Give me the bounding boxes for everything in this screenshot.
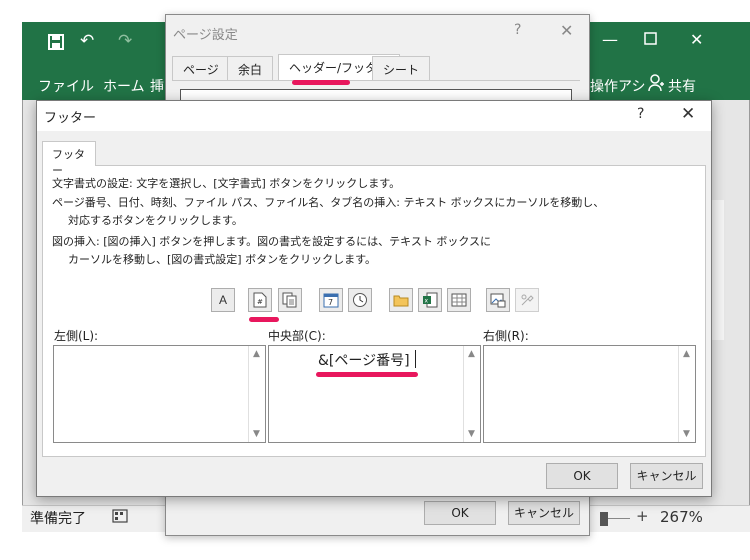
sheet-scrollbar[interactable]: [710, 200, 724, 340]
svg-text:7: 7: [328, 298, 333, 307]
scroll-down-icon[interactable]: ▼: [468, 429, 475, 439]
footer-dialog-title: フッター: [44, 111, 97, 126]
save-icon[interactable]: [48, 34, 64, 55]
tell-me-menu[interactable]: 操作アシ: [590, 76, 645, 96]
insert-time-button[interactable]: [348, 288, 372, 312]
tab-margins[interactable]: 余白: [227, 56, 274, 80]
format-picture-icon: [521, 294, 534, 306]
scroll-up-icon[interactable]: ▲: [683, 349, 690, 359]
page-setup-ok-button[interactable]: OK: [424, 501, 496, 525]
left-section-input[interactable]: ▲ ▼: [53, 345, 266, 443]
insert-picture-button[interactable]: [486, 288, 510, 312]
text-caret: [415, 350, 416, 368]
scroll-down-icon[interactable]: ▼: [683, 429, 690, 439]
page-setup-title: ページ設定: [173, 28, 238, 43]
zoom-in-icon[interactable]: +: [636, 507, 649, 525]
minimize-icon[interactable]: —: [602, 30, 618, 49]
insert-file-path-button[interactable]: [389, 288, 413, 312]
tab-sheet[interactable]: シート: [372, 56, 431, 80]
maximize-icon[interactable]: [644, 30, 657, 49]
folder-icon: [393, 295, 409, 307]
instruction-line: 対応するボタンをクリックします。: [68, 214, 243, 227]
footer-ok-button[interactable]: OK: [546, 463, 618, 489]
insert-number-of-pages-button[interactable]: [278, 288, 302, 312]
right-section-scrollbar[interactable]: ▲ ▼: [678, 346, 695, 442]
menu-insert[interactable]: 挿: [150, 76, 164, 96]
scroll-down-icon[interactable]: ▼: [253, 429, 260, 439]
sheet-tab-icon: [451, 293, 467, 307]
right-section-label: 右側(R):: [483, 329, 529, 343]
center-text-highlight: [316, 372, 418, 377]
center-section-text: &[ページ番号]: [318, 353, 410, 369]
instruction-line: 図の挿入: [図の挿入] ボタンを押します。図の書式を設定するには、テキスト ボ…: [52, 235, 492, 248]
scroll-up-icon[interactable]: ▲: [468, 349, 475, 359]
tab-footer[interactable]: フッター: [42, 141, 96, 177]
undo-icon[interactable]: ↶: [80, 31, 94, 51]
page-setup-cancel-button[interactable]: キャンセル: [508, 501, 580, 525]
instruction-line: 文字書式の設定: 文字を選択し、[文字書式] ボタンをクリックします。: [52, 177, 401, 190]
page-setup-close-icon[interactable]: ✕: [560, 21, 573, 40]
instruction-line: ページ番号、日付、時刻、ファイル パス、ファイル名、タブ名の挿入: テキスト ボ…: [52, 196, 605, 209]
footer-cancel-button[interactable]: キャンセル: [630, 463, 703, 489]
header-footer-tab-highlight: [292, 80, 350, 85]
right-section-input[interactable]: ▲ ▼: [483, 345, 696, 443]
clock-icon: [353, 293, 367, 307]
page-number-button-highlight: [249, 317, 279, 322]
format-picture-button[interactable]: [515, 288, 539, 312]
svg-text:#: #: [257, 298, 263, 306]
center-section-scrollbar[interactable]: ▲ ▼: [463, 346, 480, 442]
calendar-icon: 7: [323, 293, 339, 308]
page-setup-help-icon[interactable]: ?: [514, 22, 521, 38]
instruction-line: カーソルを移動し、[図の書式設定] ボタンをクリックします。: [68, 253, 376, 266]
footer-help-icon[interactable]: ?: [637, 106, 644, 122]
excel-file-icon: x: [423, 292, 438, 308]
menu-home[interactable]: ホーム: [103, 76, 145, 96]
center-section-label: 中央部(C):: [268, 329, 326, 343]
status-text: 準備完了: [30, 511, 86, 527]
font-icon: A: [218, 293, 227, 307]
zoom-slider-track[interactable]: [608, 518, 630, 519]
left-section-scrollbar[interactable]: ▲ ▼: [248, 346, 265, 442]
page-setup-tab-divider: [172, 80, 580, 81]
page-number-icon: #: [253, 292, 267, 308]
insert-date-button[interactable]: 7: [319, 288, 343, 312]
redo-icon[interactable]: ↷: [118, 31, 132, 51]
zoom-slider-thumb[interactable]: [600, 512, 608, 526]
left-section-label: 左側(L):: [54, 329, 99, 343]
macro-record-icon[interactable]: [112, 508, 128, 527]
format-text-button[interactable]: A: [211, 288, 235, 312]
insert-sheet-name-button[interactable]: [447, 288, 471, 312]
zoom-level[interactable]: 267%: [660, 508, 703, 526]
number-of-pages-icon: [282, 292, 297, 308]
picture-icon: [490, 293, 506, 308]
footer-close-icon[interactable]: ✕: [681, 104, 695, 124]
footer-dialog-titlebar: [37, 101, 711, 131]
scroll-up-icon[interactable]: ▲: [253, 349, 260, 359]
svg-text:x: x: [425, 298, 429, 305]
insert-page-number-button[interactable]: #: [248, 288, 272, 312]
share-button[interactable]: 共有: [668, 76, 696, 96]
excel-close-icon[interactable]: ✕: [690, 30, 703, 49]
tab-page[interactable]: ページ: [172, 56, 230, 80]
menu-file[interactable]: ファイル: [38, 76, 94, 96]
insert-file-name-button[interactable]: x: [418, 288, 442, 312]
share-icon[interactable]: [648, 74, 664, 95]
